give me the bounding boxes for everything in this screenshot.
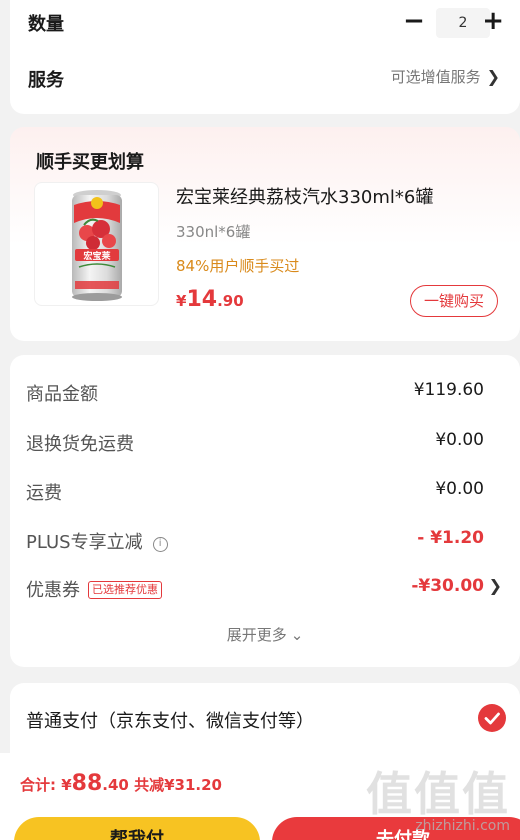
product-spec: 330nl*6罐 bbox=[176, 223, 251, 241]
service-label: 服务 bbox=[28, 70, 64, 91]
chevron-down-icon: ⌄ bbox=[290, 626, 304, 644]
summary-row-shipping: 运费 ¥0.00 bbox=[26, 479, 484, 505]
soda-can-icon: 宏宝莱 bbox=[72, 190, 122, 301]
watermark-logo: 值值值 bbox=[366, 767, 510, 821]
quantity-stepper[interactable]: − 2 + bbox=[402, 6, 520, 38]
summary-label: 优惠券 已选推荐优惠 bbox=[26, 576, 162, 602]
price-integer: 14 bbox=[186, 287, 218, 312]
price-decimal: .90 bbox=[217, 292, 244, 310]
friend-pay-button[interactable]: 帮我付 bbox=[14, 817, 260, 840]
summary-label: PLUS专享立减 i bbox=[26, 528, 168, 554]
summary-value: ¥119.60 bbox=[413, 380, 484, 400]
total-amount: 合计: ¥88.40 共减¥31.20 bbox=[20, 771, 222, 796]
decrease-quantity-button[interactable]: − bbox=[402, 6, 426, 36]
summary-row-return-shipping: 退换货免运费 ¥0.00 bbox=[26, 430, 484, 456]
summary-value: ¥0.00 bbox=[435, 479, 484, 499]
total-currency: ¥ bbox=[61, 776, 72, 794]
total-decimal: .40 bbox=[102, 776, 129, 794]
total-discount: 共减¥31.20 bbox=[128, 776, 222, 794]
product-price: ¥14.90 bbox=[176, 287, 244, 312]
increase-quantity-button[interactable]: + bbox=[482, 6, 504, 36]
summary-label: 运费 bbox=[26, 483, 62, 504]
price-currency: ¥ bbox=[176, 292, 187, 310]
expand-more-label: 展开更多 bbox=[226, 626, 287, 644]
product-tag: 84%用户顺手买过 bbox=[176, 257, 300, 275]
info-icon[interactable]: i bbox=[152, 537, 168, 552]
chevron-right-icon: ❯ bbox=[486, 67, 500, 86]
one-click-buy-button[interactable]: 一键购买 bbox=[410, 285, 498, 317]
recommend-title: 顺手买更划算 bbox=[36, 152, 144, 173]
summary-label: 退换货免运费 bbox=[26, 434, 134, 455]
total-label: 合计: bbox=[20, 776, 62, 794]
summary-label: 商品金额 bbox=[26, 384, 98, 405]
service-selector[interactable]: 可选增值服务 ❯ bbox=[391, 66, 500, 87]
price-summary-card: 商品金额 ¥119.60 退换货免运费 ¥0.00 运费 ¥0.00 PLUS专… bbox=[10, 355, 520, 667]
total-integer: 88 bbox=[71, 771, 103, 796]
chevron-right-icon[interactable]: ❯ bbox=[489, 576, 502, 595]
svg-text:宏宝莱: 宏宝莱 bbox=[83, 250, 111, 262]
recommend-card: 顺手买更划算 宏宝莱 宏宝莱经典荔枝汽水330ml*6罐 330nl*6罐 84… bbox=[10, 127, 520, 341]
product-image[interactable]: 宏宝莱 bbox=[34, 182, 159, 306]
payment-method-label: 普通支付（京东支付、微信支付等） bbox=[26, 711, 314, 732]
quantity-label: 数量 bbox=[28, 14, 64, 35]
summary-row-plus-discount: PLUS专享立减 i - ¥1.20 bbox=[26, 528, 484, 554]
summary-value: - ¥1.20 bbox=[417, 528, 484, 548]
expand-more-button[interactable]: 展开更多 ⌄ bbox=[10, 624, 520, 645]
summary-row-coupon[interactable]: 优惠券 已选推荐优惠 -¥30.00 bbox=[26, 576, 484, 602]
summary-value: ¥0.00 bbox=[435, 430, 484, 450]
checkmark-icon[interactable] bbox=[478, 704, 506, 732]
summary-value: -¥30.00 bbox=[411, 576, 484, 596]
product-name[interactable]: 宏宝莱经典荔枝汽水330ml*6罐 bbox=[176, 183, 433, 209]
coupon-badge: 已选推荐优惠 bbox=[88, 581, 162, 599]
summary-row-goods: 商品金额 ¥119.60 bbox=[26, 380, 484, 406]
quantity-service-card: 数量 − 2 + 服务 可选增值服务 ❯ bbox=[10, 0, 520, 114]
watermark-url: zhizhizhi.com bbox=[415, 818, 510, 834]
service-value: 可选增值服务 bbox=[390, 68, 481, 86]
